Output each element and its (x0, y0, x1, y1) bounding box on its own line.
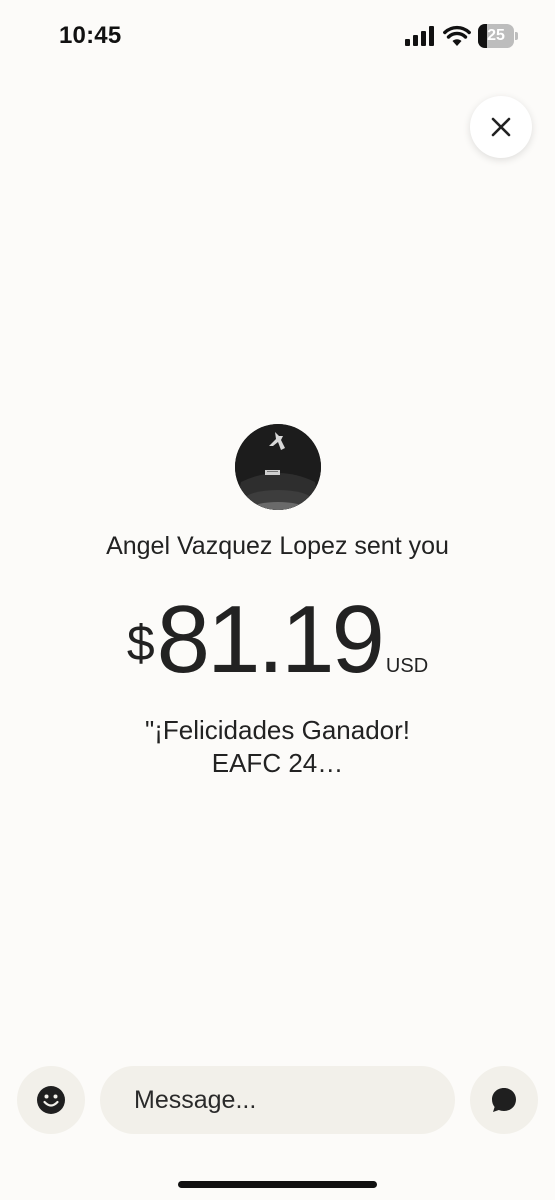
message-field[interactable] (100, 1066, 455, 1134)
close-button[interactable] (470, 96, 532, 158)
signal-icon (405, 26, 435, 51)
status-bar: 10:45 25 (0, 0, 555, 74)
sender-avatar (235, 424, 321, 510)
currency-symbol: $ (126, 615, 155, 671)
message-input[interactable] (100, 1066, 455, 1134)
emoji-button[interactable] (17, 1066, 85, 1134)
battery-level: 25 (487, 27, 505, 44)
payment-note-line-1: "¡Felicidades Ganador! (144, 715, 411, 745)
sender-text: Angel Vazquez Lopez sent you (106, 532, 449, 560)
payment-received-screen: 10:45 25 Angel Vazquez Lopez sent you $ … (0, 0, 555, 1200)
emoji-icon (37, 1086, 65, 1114)
wifi-icon (443, 25, 471, 52)
home-indicator[interactable] (178, 1181, 377, 1188)
payment-note: "¡Felicidades Ganador! EAFC 24… (0, 714, 555, 780)
amount-value: 81.19 (156, 586, 385, 693)
amount-display: $ 81.19 USD (0, 590, 555, 690)
battery-icon: 25 (478, 24, 518, 48)
currency-code: USD (385, 655, 429, 677)
status-time: 10:45 (59, 22, 122, 49)
chat-bubble-icon (492, 1088, 516, 1112)
send-message-button[interactable] (470, 1066, 538, 1134)
payment-note-line-2: EAFC 24… (211, 748, 344, 778)
close-icon (491, 117, 511, 137)
